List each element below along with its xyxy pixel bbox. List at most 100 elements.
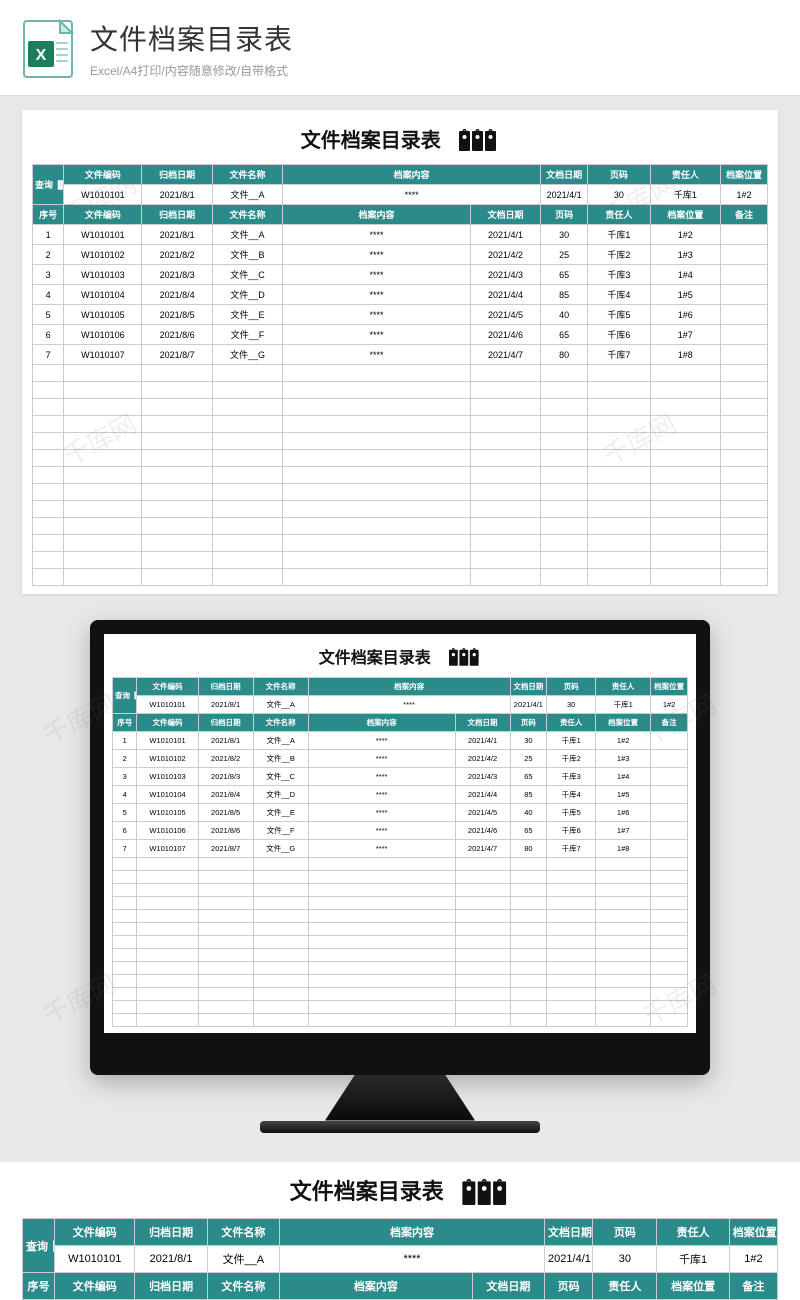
cell[interactable]: 2021/4/4 bbox=[455, 785, 510, 803]
cell[interactable]: 2021/4/4 bbox=[470, 285, 540, 305]
cell[interactable]: 文件__F bbox=[212, 325, 282, 345]
cell[interactable]: 6 bbox=[113, 821, 137, 839]
search-val[interactable]: 千库1 bbox=[650, 185, 720, 205]
cell[interactable]: 2021/4/2 bbox=[455, 749, 510, 767]
cell[interactable]: 2021/4/3 bbox=[470, 265, 540, 285]
cell[interactable]: 30 bbox=[541, 225, 588, 245]
cell[interactable]: 千库4 bbox=[547, 785, 596, 803]
cell[interactable] bbox=[651, 803, 688, 821]
cell[interactable]: 2021/8/3 bbox=[142, 265, 212, 285]
cell[interactable]: 文件__B bbox=[212, 245, 282, 265]
cell[interactable]: 2021/4/3 bbox=[455, 767, 510, 785]
cell[interactable]: **** bbox=[308, 821, 455, 839]
cell[interactable]: 文件__F bbox=[253, 821, 308, 839]
search-val[interactable]: 2021/8/1 bbox=[135, 1246, 207, 1273]
cell[interactable]: 3 bbox=[33, 265, 64, 285]
cell[interactable]: 2021/8/7 bbox=[198, 839, 253, 857]
cell[interactable]: 文件__E bbox=[253, 803, 308, 821]
cell[interactable]: W1010105 bbox=[137, 803, 198, 821]
cell[interactable]: 2021/8/5 bbox=[198, 803, 253, 821]
cell[interactable]: 千库5 bbox=[547, 803, 596, 821]
cell[interactable]: 6 bbox=[33, 325, 64, 345]
cell[interactable]: 2021/4/5 bbox=[470, 305, 540, 325]
cell[interactable]: **** bbox=[283, 305, 471, 325]
cell[interactable]: 2021/4/1 bbox=[470, 225, 540, 245]
cell[interactable]: 千库6 bbox=[588, 325, 651, 345]
cell[interactable]: 1#4 bbox=[650, 265, 720, 285]
cell[interactable]: 文件__B bbox=[253, 749, 308, 767]
search-val[interactable]: 文件__A bbox=[212, 185, 282, 205]
cell[interactable]: 文件__G bbox=[212, 345, 282, 365]
cell[interactable]: 30 bbox=[510, 731, 547, 749]
cell[interactable]: 1#8 bbox=[650, 345, 720, 365]
search-val[interactable]: **** bbox=[308, 695, 510, 713]
cell[interactable]: W1010104 bbox=[64, 285, 142, 305]
cell[interactable]: 4 bbox=[33, 285, 64, 305]
search-val[interactable]: 千库1 bbox=[596, 695, 651, 713]
search-val[interactable]: 1#2 bbox=[651, 695, 688, 713]
cell[interactable]: 1#2 bbox=[596, 731, 651, 749]
cell[interactable]: 2021/8/3 bbox=[198, 767, 253, 785]
cell[interactable]: **** bbox=[308, 785, 455, 803]
cell[interactable] bbox=[651, 749, 688, 767]
cell[interactable]: 1#3 bbox=[650, 245, 720, 265]
cell[interactable]: 65 bbox=[510, 767, 547, 785]
cell[interactable]: 1#6 bbox=[650, 305, 720, 325]
cell[interactable]: 25 bbox=[510, 749, 547, 767]
cell[interactable]: 2021/4/5 bbox=[455, 803, 510, 821]
cell[interactable]: 7 bbox=[113, 839, 137, 857]
search-val[interactable]: 2021/4/1 bbox=[545, 1246, 593, 1273]
cell[interactable]: 千库5 bbox=[588, 305, 651, 325]
search-val[interactable]: 30 bbox=[588, 185, 651, 205]
cell[interactable] bbox=[721, 285, 768, 305]
cell[interactable]: W1010103 bbox=[64, 265, 142, 285]
cell[interactable]: 1 bbox=[33, 225, 64, 245]
cell[interactable]: 文件__A bbox=[253, 731, 308, 749]
cell[interactable]: **** bbox=[283, 265, 471, 285]
cell[interactable] bbox=[721, 325, 768, 345]
cell[interactable]: 65 bbox=[541, 265, 588, 285]
cell[interactable]: 1#3 bbox=[596, 749, 651, 767]
cell[interactable]: 2021/4/7 bbox=[455, 839, 510, 857]
cell[interactable]: 1#4 bbox=[596, 767, 651, 785]
search-val[interactable]: W1010101 bbox=[64, 185, 142, 205]
cell[interactable]: W1010106 bbox=[64, 325, 142, 345]
search-val[interactable]: 2021/4/1 bbox=[541, 185, 588, 205]
cell[interactable]: 文件__A bbox=[212, 225, 282, 245]
cell[interactable] bbox=[721, 265, 768, 285]
cell[interactable]: 40 bbox=[510, 803, 547, 821]
cell[interactable]: 2021/8/4 bbox=[198, 785, 253, 803]
search-val[interactable]: 2021/8/1 bbox=[198, 695, 253, 713]
cell[interactable]: 85 bbox=[510, 785, 547, 803]
cell[interactable]: 2021/8/2 bbox=[142, 245, 212, 265]
cell[interactable]: 千库7 bbox=[547, 839, 596, 857]
cell[interactable]: W1010104 bbox=[137, 785, 198, 803]
cell[interactable]: **** bbox=[283, 345, 471, 365]
cell[interactable] bbox=[721, 345, 768, 365]
cell[interactable]: W1010101 bbox=[137, 731, 198, 749]
cell[interactable]: 2021/8/1 bbox=[142, 225, 212, 245]
cell[interactable]: 千库3 bbox=[588, 265, 651, 285]
cell[interactable]: 千库3 bbox=[547, 767, 596, 785]
search-val[interactable]: 1#2 bbox=[729, 1246, 777, 1273]
cell[interactable]: 文件__C bbox=[253, 767, 308, 785]
cell[interactable]: 2021/8/5 bbox=[142, 305, 212, 325]
cell[interactable] bbox=[651, 821, 688, 839]
search-val[interactable]: 2021/4/1 bbox=[510, 695, 547, 713]
cell[interactable]: 5 bbox=[113, 803, 137, 821]
cell[interactable]: 1#5 bbox=[596, 785, 651, 803]
cell[interactable] bbox=[721, 225, 768, 245]
cell[interactable]: 文件__C bbox=[212, 265, 282, 285]
cell[interactable]: W1010103 bbox=[137, 767, 198, 785]
cell[interactable]: **** bbox=[283, 245, 471, 265]
cell[interactable]: 文件__G bbox=[253, 839, 308, 857]
cell[interactable]: 千库2 bbox=[547, 749, 596, 767]
cell[interactable]: **** bbox=[308, 803, 455, 821]
cell[interactable]: 1#2 bbox=[650, 225, 720, 245]
cell[interactable]: 85 bbox=[541, 285, 588, 305]
cell[interactable]: W1010107 bbox=[137, 839, 198, 857]
cell[interactable]: 2021/4/2 bbox=[470, 245, 540, 265]
cell[interactable]: 1#8 bbox=[596, 839, 651, 857]
cell[interactable]: 2 bbox=[33, 245, 64, 265]
cell[interactable] bbox=[651, 767, 688, 785]
